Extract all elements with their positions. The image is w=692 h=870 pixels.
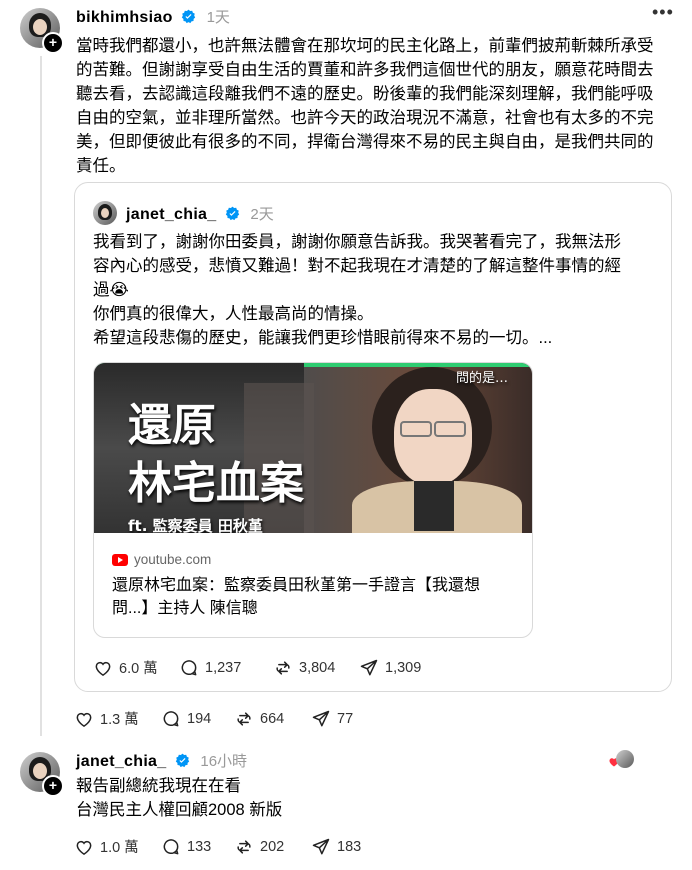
share-button[interactable]: 1,309 [359, 658, 421, 678]
quoted-post-actions: 6.0 萬 1,237 3,804 1,309 [93, 657, 421, 678]
repost-button[interactable]: 664 [234, 709, 311, 729]
repost-button[interactable]: 3,804 [273, 658, 359, 678]
author-username[interactable]: janet_chia_ [76, 753, 166, 770]
post-text: 報告副總統我現在在看 台灣民主人權回顧2008 新版 [76, 774, 676, 822]
thumbnail-title-line1: 還原 [128, 400, 216, 451]
like-count: 6.0 萬 [119, 661, 158, 677]
youtube-link-card[interactable]: 還原 林宅血案 ft. 監察委員 田秋堇 問的是… youtube.com 還原… [93, 362, 533, 638]
verified-badge-icon [181, 9, 196, 23]
verified-badge-icon [175, 753, 190, 767]
comment-button[interactable]: 1,237 [179, 658, 273, 678]
liker-avatar [616, 750, 634, 768]
repost-count: 664 [260, 710, 285, 727]
share-icon [312, 838, 330, 854]
repost-count: 202 [260, 838, 285, 855]
quoted-text-line: 你們真的很偉大，人性最高尚的情操。 [93, 305, 374, 323]
follow-plus-icon[interactable]: + [42, 32, 64, 54]
quoted-text-line: 過😭 [93, 281, 129, 299]
youtube-icon [112, 553, 128, 566]
heart-icon [95, 661, 111, 676]
post-time: 1天 [206, 9, 230, 26]
like-count: 1.0 萬 [100, 840, 139, 856]
post-text-line: 責任。 [76, 157, 126, 175]
post-actions: 1.3 萬 194 664 77 [74, 708, 353, 729]
quoted-post-time: 2天 [250, 206, 274, 223]
quoted-author-avatar[interactable] [93, 201, 117, 225]
repost-icon [237, 839, 251, 854]
comment-count: 133 [187, 838, 212, 855]
heart-icon [76, 840, 92, 855]
link-source: youtube.com [112, 552, 211, 567]
share-button[interactable]: 183 [311, 837, 361, 857]
comment-count: 1,237 [205, 659, 242, 676]
post-header: janet_chia_ 16小時 [76, 750, 247, 771]
interviewee-portrait [342, 363, 532, 533]
quoted-author-username[interactable]: janet_chia_ [126, 206, 216, 223]
comment-count: 194 [187, 710, 212, 727]
comment-icon [163, 838, 179, 854]
like-button[interactable]: 6.0 萬 [93, 657, 179, 678]
repost-icon [276, 660, 290, 675]
author-username[interactable]: bikhimhsiao [76, 9, 173, 26]
link-title-line: 問...】主持人 陳信聰 [112, 600, 258, 617]
thumbnail-subtitle: ft. 監察委員 田秋堇 [128, 517, 263, 533]
like-button[interactable]: 1.3 萬 [74, 708, 161, 729]
thumbnail-title-line2: 林宅血案 [128, 458, 304, 509]
post-text-line: 台灣民主人權回顧2008 新版 [76, 801, 283, 819]
post-text-line: 自由的空氣，並非理所當然。也許今天的政治現況不滿意，社會也有太多的不完 [76, 109, 654, 127]
comment-button[interactable]: 133 [161, 837, 234, 857]
post-text: 當時我們都還小，也許無法體會在那坎坷的民主化路上，前輩們披荊斬棘所承受 的苦難。… [76, 34, 676, 178]
thumbnail-corner-text: 問的是… [456, 371, 509, 386]
comment-icon [163, 710, 179, 726]
more-icon[interactable]: ••• [652, 2, 674, 23]
post-text-line: 報告副總統我現在在看 [76, 777, 241, 795]
share-icon [360, 659, 378, 675]
follow-plus-icon[interactable]: + [42, 775, 64, 797]
heart-icon [76, 712, 92, 727]
quoted-post-text: 我看到了，謝謝你田委員，謝謝你願意告訴我。我哭著看完了，我無法形 容內心的感受，… [93, 230, 663, 350]
quoted-post-header: janet_chia_ 2天 [126, 203, 274, 224]
share-icon [312, 710, 330, 726]
thread-line [40, 56, 42, 736]
link-title[interactable]: 還原林宅血案：監察委員田秋堇第一手證言【我還想 問...】主持人 陳信聰 [112, 574, 522, 620]
repost-icon [237, 711, 251, 726]
post-actions: 1.0 萬 133 202 183 [74, 836, 361, 857]
post-time: 16小時 [200, 753, 248, 770]
share-count: 183 [337, 838, 362, 855]
video-thumbnail[interactable]: 還原 林宅血案 ft. 監察委員 田秋堇 問的是… [94, 363, 532, 533]
verified-badge-icon [225, 206, 240, 220]
link-title-line: 還原林宅血案：監察委員田秋堇第一手證言【我還想 [112, 577, 481, 594]
like-count: 1.3 萬 [100, 712, 139, 728]
comment-icon [181, 659, 197, 675]
like-button[interactable]: 1.0 萬 [74, 836, 161, 857]
comment-button[interactable]: 194 [161, 709, 234, 729]
quoted-text-line: 希望這段悲傷的歷史，能讓我們更珍惜眼前得來不易的一切。... [93, 329, 553, 347]
post-text-line: 當時我們都還小，也許無法體會在那坎坷的民主化路上，前輩們披荊斬棘所承受 [76, 37, 654, 55]
link-source-text: youtube.com [134, 552, 212, 567]
post-header: bikhimhsiao 1天 [76, 6, 230, 27]
liked-by-indicator[interactable] [608, 750, 634, 770]
share-count: 1,309 [385, 659, 422, 676]
quoted-text-line: 我看到了，謝謝你田委員，謝謝你願意告訴我。我哭著看完了，我無法形 [93, 233, 621, 251]
share-button[interactable]: 77 [311, 709, 353, 729]
post-text-line: 的苦難。但謝謝享受自由生活的賈董和許多我們這個世代的朋友，願意花時間去 [76, 61, 654, 79]
repost-count: 3,804 [299, 659, 336, 676]
post-text-line: 聽去看，去認識這段離我們不遠的歷史。盼後輩的我們能深刻理解，我們能呼吸 [76, 85, 654, 103]
quoted-text-line: 容內心的感受，悲憤又難過！對不起我現在才清楚的了解這整件事情的經 [93, 257, 621, 275]
share-count: 77 [337, 710, 354, 727]
post-text-line: 美，但即便彼此有很多的不同，捍衛台灣得來不易的民主與自由，是我們共同的 [76, 133, 654, 151]
repost-button[interactable]: 202 [234, 837, 311, 857]
